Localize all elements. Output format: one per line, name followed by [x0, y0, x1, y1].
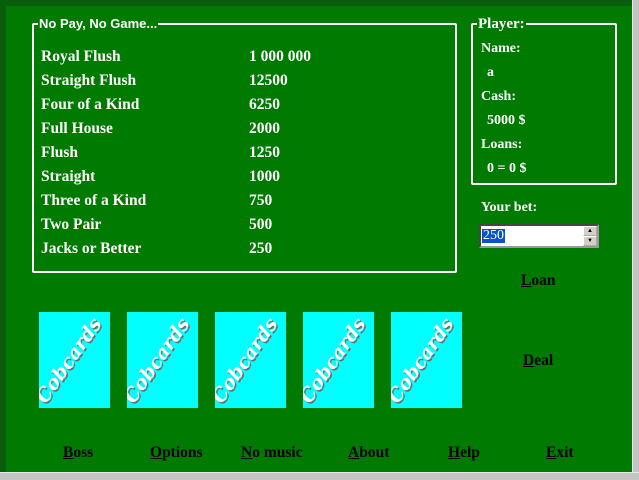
paytable-payout: 2000	[249, 120, 280, 137]
deal-mnemonic: D	[523, 352, 535, 369]
spin-down-icon[interactable]: ▼	[583, 236, 597, 246]
paytable-hand: Four of a Kind	[41, 96, 140, 113]
menu-exit-button[interactable]: Exit	[546, 444, 574, 462]
bet-label: Your bet:	[481, 200, 538, 215]
loan-button[interactable]: Loan	[521, 272, 555, 290]
window-bottom-edge	[0, 472, 639, 480]
player-name-value: a	[487, 65, 494, 80]
paytable-row: Flush 1250	[33, 144, 453, 164]
paytable-hand: Straight	[41, 168, 96, 185]
bet-input[interactable]	[481, 226, 583, 246]
player-title: Player:	[478, 16, 525, 32]
paytable-row: Royal Flush 1 000 000	[33, 48, 453, 68]
paytable-row: Straight 1000	[33, 168, 453, 188]
menu-label: elp	[460, 444, 480, 461]
paytable-row: Jacks or Better 250	[33, 240, 453, 260]
window-top-edge	[0, 0, 639, 6]
menu-help-button[interactable]: Help	[448, 444, 480, 462]
bet-spinbox[interactable]: 250 ▲ ▼	[479, 224, 599, 248]
paytable-hand: Jacks or Better	[41, 240, 142, 257]
card-back-2[interactable]: Cobcards Cobcards	[127, 312, 198, 408]
paytable-hand: Royal Flush	[41, 48, 121, 65]
window-left-edge	[0, 0, 6, 480]
card-back-logo: CobcardsCobcards	[303, 313, 372, 408]
paytable-row: Straight Flush 12500	[33, 72, 453, 92]
paytable-payout: 1250	[249, 144, 280, 161]
menu-mnemonic: B	[63, 444, 74, 461]
paytable-row: Three of a Kind 750	[33, 192, 453, 212]
paytable-row: Four of a Kind 6250	[33, 96, 453, 116]
paytable-hand: Full House	[41, 120, 113, 137]
card-logo-text: Cobcards	[39, 313, 107, 407]
card-back-5[interactable]: Cobcards Cobcards	[391, 312, 462, 408]
card-back-logo: CobcardsCobcards	[127, 313, 196, 408]
card-logo-text: Cobcards	[127, 313, 195, 407]
menu-mnemonic: E	[546, 444, 557, 461]
menu-options-button[interactable]: Options	[150, 444, 203, 462]
spin-up-icon[interactable]: ▲	[583, 226, 597, 236]
paytable-payout: 500	[249, 216, 273, 233]
menu-mnemonic: A	[348, 444, 360, 461]
card-logo-text: Cobcards	[391, 313, 459, 407]
paytable-hand: Two Pair	[41, 216, 102, 233]
menu-boss-button[interactable]: Boss	[63, 444, 93, 462]
card-logo-text: Cobcards	[215, 313, 283, 407]
card-back-3[interactable]: Cobcards Cobcards	[215, 312, 286, 408]
paytable-hand: Flush	[41, 144, 79, 161]
menu-mnemonic: N	[241, 444, 253, 461]
menu-label: bout	[359, 444, 390, 461]
menu-label: o music	[252, 444, 303, 461]
card-back-logo: CobcardsCobcards	[39, 313, 108, 408]
menu-no-music-button[interactable]: No music	[241, 444, 303, 462]
paytable-hand: Straight Flush	[41, 72, 137, 89]
loan-mnemonic: L	[521, 272, 532, 289]
paytable-payout: 12500	[249, 72, 288, 89]
paytable-title: No Pay, No Game...	[39, 16, 158, 31]
player-cash-label: Cash:	[481, 89, 517, 104]
paytable-payout: 1 000 000	[249, 48, 311, 65]
window-right-edge	[632, 0, 639, 480]
deal-button[interactable]: Deal	[523, 352, 553, 370]
menu-label: ptions	[162, 444, 203, 461]
paytable-row: Full House 2000	[33, 120, 453, 140]
deal-label: eal	[534, 352, 554, 369]
menu-mnemonic: H	[448, 444, 461, 461]
player-cash-value: 5000 $	[487, 113, 526, 128]
player-loans-value: 0 = 0 $	[487, 161, 527, 176]
paytable-payout: 1000	[249, 168, 280, 185]
menu-label: xit	[556, 444, 574, 461]
card-back-1[interactable]: Cobcards Cobcards	[39, 312, 110, 408]
paytable-hand: Three of a Kind	[41, 192, 147, 209]
card-back-logo: CobcardsCobcards	[215, 313, 284, 408]
card-back-logo: CobcardsCobcards	[391, 313, 460, 408]
card-back-4[interactable]: Cobcards Cobcards	[303, 312, 374, 408]
paytable-payout: 250	[249, 240, 273, 257]
player-loans-label: Loans:	[481, 137, 523, 152]
bet-spinner[interactable]: ▲ ▼	[583, 226, 597, 246]
game-window: No Pay, No Game... Player: Name: a Cash:…	[0, 0, 639, 480]
menu-mnemonic: O	[150, 444, 163, 461]
paytable-payout: 750	[249, 192, 273, 209]
loan-label: oan	[531, 272, 556, 289]
paytable-payout: 6250	[249, 96, 280, 113]
paytable-row: Two Pair 500	[33, 216, 453, 236]
card-logo-text: Cobcards	[303, 313, 371, 407]
menu-label: oss	[73, 444, 94, 461]
menu-about-button[interactable]: About	[348, 444, 389, 462]
player-name-label: Name:	[481, 41, 521, 56]
